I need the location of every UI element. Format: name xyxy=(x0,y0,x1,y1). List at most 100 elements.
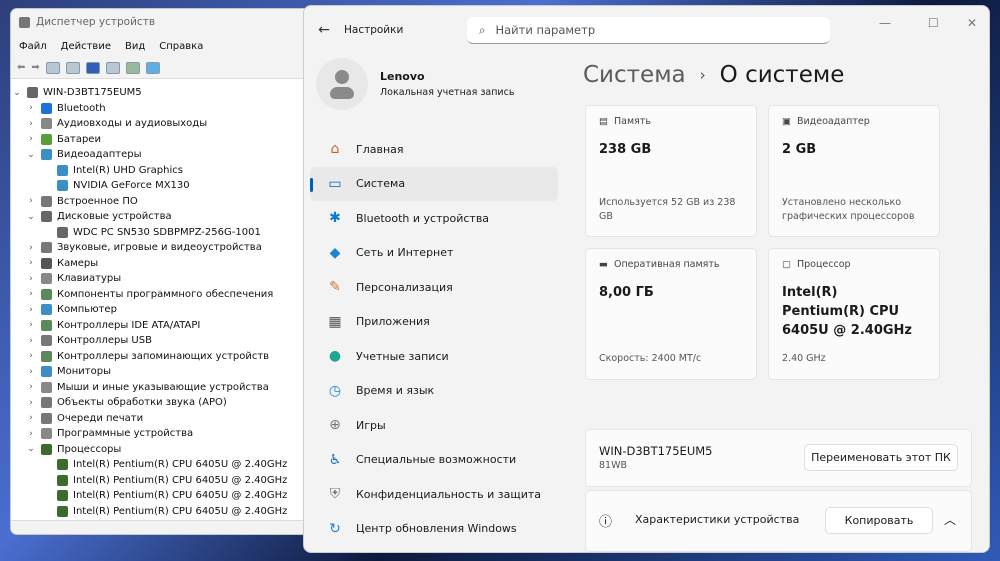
tree-item[interactable]: ⌄ Дисковые устройства xyxy=(11,209,329,225)
maximize-icon[interactable]: ☐ xyxy=(928,16,939,30)
copy-button[interactable]: Копировать xyxy=(825,507,933,534)
tree-item[interactable]: Intel(R) Pentium(R) CPU 6405U @ 2.40GHz xyxy=(11,473,329,489)
tree-item[interactable]: › Очереди печати xyxy=(11,411,329,427)
tree-item-label: Контроллеры USB xyxy=(57,335,152,347)
help-icon[interactable] xyxy=(85,61,100,74)
close-icon[interactable]: ✕ xyxy=(967,16,977,30)
nav-item[interactable]: ✱ Bluetooth и устройства xyxy=(310,201,558,236)
nav-item[interactable]: ↻ Центр обновления Windows xyxy=(310,512,558,547)
tree-item[interactable]: › Клавиатуры xyxy=(11,271,329,287)
cpu-label: Процессор xyxy=(796,259,851,270)
tree-item[interactable]: Intel(R) UHD Graphics xyxy=(11,163,329,179)
nav-item[interactable]: ⌂ Главная xyxy=(310,132,558,167)
tree-item[interactable]: › Звуковые, игровые и видеоустройства xyxy=(11,240,329,256)
menu-view[interactable]: Вид xyxy=(125,41,145,52)
app-title: Настройки xyxy=(344,24,404,36)
nav-item-label: Центр обновления Windows xyxy=(356,522,517,536)
chevron-up-icon[interactable]: ︿ xyxy=(944,511,956,528)
tree-item[interactable]: › Контроллеры USB xyxy=(11,333,329,349)
chevron-right-icon[interactable]: › xyxy=(25,258,37,268)
info-icon: ⓘ xyxy=(599,515,613,530)
tree-item-label: Компоненты программного обеспечения xyxy=(57,288,274,300)
chevron-right-icon[interactable]: › xyxy=(25,336,37,346)
chevron-right-icon[interactable]: › xyxy=(25,413,37,423)
nav-icon: ↻ xyxy=(329,520,341,537)
minimize-icon[interactable]: — xyxy=(879,16,891,30)
back-arrow-icon[interactable]: ← xyxy=(304,22,344,38)
tree-item[interactable]: › Мыши и иные указывающие устройства xyxy=(11,380,329,396)
user-profile[interactable]: Lenovo Локальная учетная запись xyxy=(316,58,514,110)
tree-item[interactable]: › Батареи xyxy=(11,132,329,148)
tree-item[interactable]: › Аудиовходы и аудиовыходы xyxy=(11,116,329,132)
tree-item[interactable]: WDC PC SN530 SDBPMPZ-256G-1001 xyxy=(11,225,329,241)
nav-item[interactable]: ▭ Система xyxy=(310,166,558,201)
chevron-right-icon[interactable]: › xyxy=(25,305,37,315)
tree-item[interactable]: › Встроенное ПО xyxy=(11,194,329,210)
tree-item[interactable]: › Объекты обработки звука (APO) xyxy=(11,395,329,411)
view-icon[interactable] xyxy=(105,61,120,74)
nav-item[interactable]: ♿ Специальные возможности xyxy=(310,443,558,478)
search-input[interactable]: ⌕ Найти параметр xyxy=(467,17,830,44)
tree-item[interactable]: › Мониторы xyxy=(11,364,329,380)
update-driver-icon[interactable] xyxy=(65,61,80,74)
nav-item[interactable]: ⊕ Игры xyxy=(310,408,558,443)
tree-item[interactable]: › Компоненты программного обеспечения xyxy=(11,287,329,303)
chevron-right-icon[interactable]: › xyxy=(25,243,37,253)
tree-item-label: Intel(R) Pentium(R) CPU 6405U @ 2.40GHz xyxy=(73,505,288,517)
chevron-right-icon[interactable]: › xyxy=(25,274,37,284)
menu-file[interactable]: Файл xyxy=(19,41,47,52)
nav-icon: ♿ xyxy=(328,451,342,468)
tree-item[interactable]: › Компьютер xyxy=(11,302,329,318)
tree-item-label: Intel(R) Pentium(R) CPU 6405U @ 2.40GHz xyxy=(73,474,288,486)
tree-item[interactable]: Intel(R) Pentium(R) CPU 6405U @ 2.40GHz xyxy=(11,488,329,504)
nav-item[interactable]: ● Учетные записи xyxy=(310,339,558,374)
chevron-down-icon[interactable]: ⌄ xyxy=(25,212,37,222)
forward-icon[interactable]: ➡ xyxy=(31,62,39,73)
menu-action[interactable]: Действие xyxy=(61,41,111,52)
scan-hardware-icon[interactable] xyxy=(125,61,140,74)
properties-icon[interactable] xyxy=(45,61,60,74)
back-icon[interactable]: ⬅ xyxy=(17,62,25,73)
chevron-right-icon[interactable]: › xyxy=(25,119,37,129)
tree-item[interactable]: Intel(R) Pentium(R) CPU 6405U @ 2.40GHz xyxy=(11,504,329,520)
settings-window: ← Настройки ⌕ Найти параметр — ☐ ✕ Lenov… xyxy=(303,5,990,553)
tree-item[interactable]: › Bluetooth xyxy=(11,101,329,117)
monitor-icon[interactable] xyxy=(145,61,160,74)
menu-help[interactable]: Справка xyxy=(159,41,203,52)
device-icon xyxy=(41,273,52,285)
nav-item[interactable]: ◆ Сеть и Интернет xyxy=(310,236,558,271)
nav-item[interactable]: ✎ Персонализация xyxy=(310,270,558,305)
storage-card: ▤ Память 238 GB Используется 52 GB из 238… xyxy=(585,105,757,237)
chevron-right-icon[interactable]: › xyxy=(25,289,37,299)
chevron-right-icon[interactable]: › xyxy=(25,320,37,330)
chevron-right-icon[interactable]: › xyxy=(25,429,37,439)
chevron-down-icon[interactable]: ⌄ xyxy=(25,150,37,160)
chevron-right-icon[interactable]: › xyxy=(25,367,37,377)
tree-item[interactable]: › Контроллеры запоминающих устройств xyxy=(11,349,329,365)
tree-item-label: Intel(R) Pentium(R) CPU 6405U @ 2.40GHz xyxy=(73,490,288,502)
chevron-right-icon[interactable]: › xyxy=(25,382,37,392)
nav-item[interactable]: ▦ Приложения xyxy=(310,305,558,340)
chevron-right-icon[interactable]: › xyxy=(25,103,37,113)
nav-item[interactable]: ◷ Время и язык xyxy=(310,374,558,409)
tree-item[interactable]: Intel(R) Pentium(R) CPU 6405U @ 2.40GHz xyxy=(11,457,329,473)
rename-pc-button[interactable]: Переименовать этот ПК xyxy=(804,444,958,471)
tree-item[interactable]: › Камеры xyxy=(11,256,329,272)
chevron-down-icon[interactable]: ⌄ xyxy=(25,444,37,454)
chevron-right-icon[interactable]: › xyxy=(25,196,37,206)
device-icon xyxy=(41,242,52,254)
nav-icon: ● xyxy=(328,348,342,365)
tree-item[interactable]: ⌄ Процессоры xyxy=(11,442,329,458)
breadcrumb-parent[interactable]: Система xyxy=(583,62,686,88)
tree-item[interactable]: NVIDIA GeForce MX130 xyxy=(11,178,329,194)
tree-item[interactable]: › Контроллеры IDE ATA/ATAPI xyxy=(11,318,329,334)
tree-root[interactable]: ⌄ WIN-D3BT175EUM5 xyxy=(11,85,329,101)
tree-item[interactable]: ⌄ Видеоадаптеры xyxy=(11,147,329,163)
device-specs-card[interactable]: ⓘ Характеристики устройства Копировать ︿ xyxy=(585,490,972,552)
chevron-down-icon[interactable]: ⌄ xyxy=(11,88,23,98)
nav-item[interactable]: ⛨ Конфиденциальность и защита xyxy=(310,477,558,512)
chevron-right-icon[interactable]: › xyxy=(25,351,37,361)
chevron-right-icon[interactable]: › xyxy=(25,134,37,144)
chevron-right-icon[interactable]: › xyxy=(25,398,37,408)
tree-item[interactable]: › Программные устройства xyxy=(11,426,329,442)
